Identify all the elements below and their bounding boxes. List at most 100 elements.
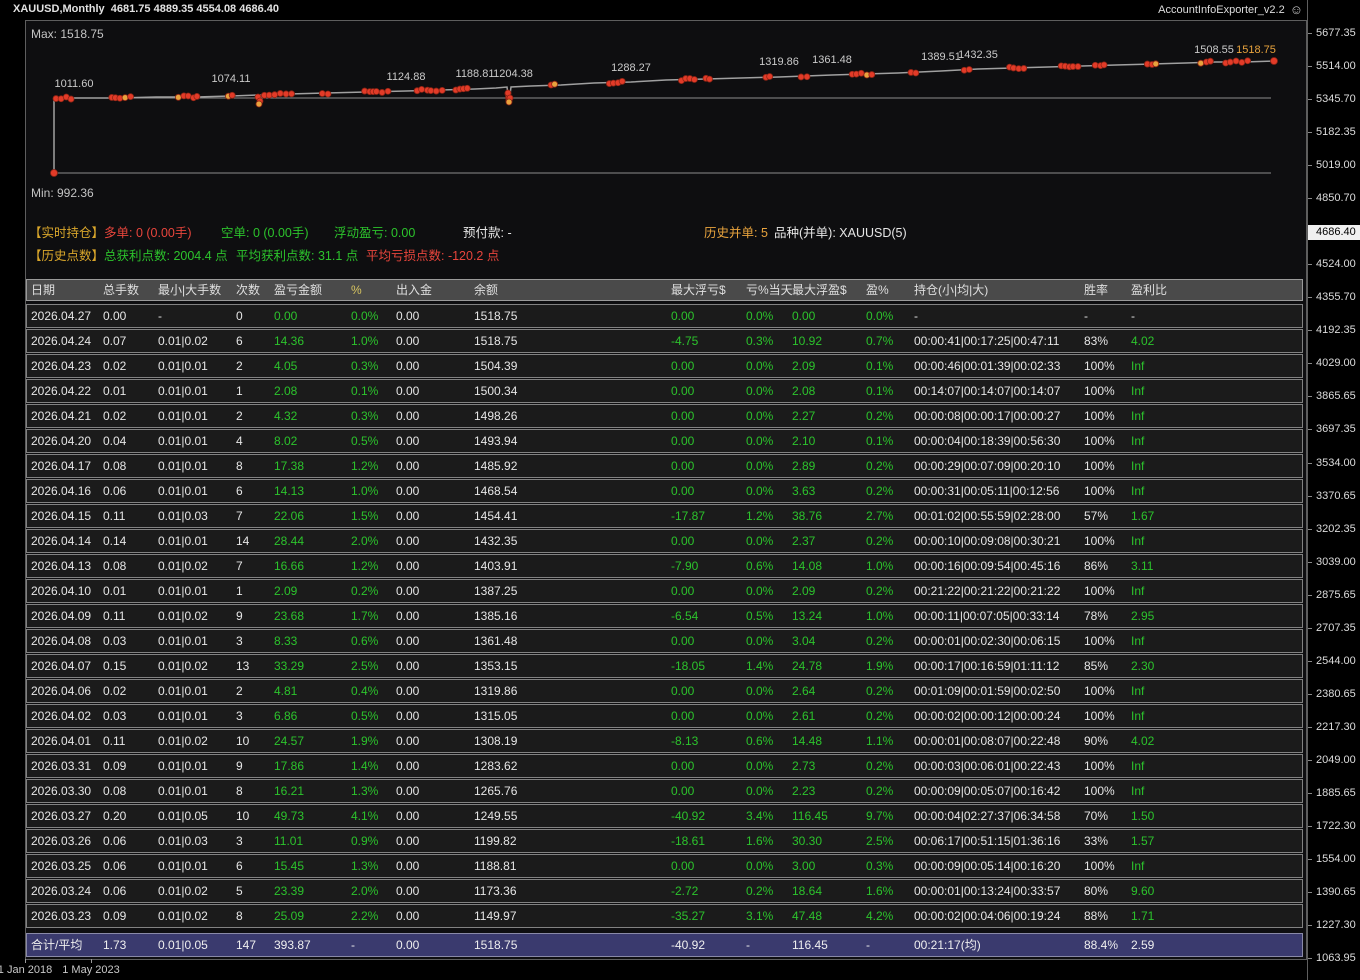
cell-14: 4.02 xyxy=(1131,334,1155,348)
cell-10: 0.00 xyxy=(792,309,816,323)
trade-dot xyxy=(438,86,446,94)
cell-1: 0.03 xyxy=(103,709,127,723)
cell-9: - xyxy=(746,938,750,952)
col-header-1: 总手数 xyxy=(103,283,140,297)
cell-8: 0.00 xyxy=(671,859,695,873)
table-row-2026.03.31: 2026.03.31 0.09 0.01|0.01 9 17.86 1.4% 0.00 128… xyxy=(26,754,1303,778)
cell-6: 0.00 xyxy=(396,484,420,498)
table-row-2026.04.17: 2026.04.17 0.08 0.01|0.01 8 17.38 1.2% 0.00 148… xyxy=(26,454,1303,478)
balance-point-label: 1288.27 xyxy=(611,62,651,74)
cell-10: 2.09 xyxy=(792,584,816,598)
cell-3: 2 xyxy=(236,409,243,423)
cell-2: 0.01|0.03 xyxy=(158,509,208,523)
cell-0: 2026.04.14 xyxy=(31,534,92,548)
current-price-tag: 4686.40 xyxy=(1308,225,1360,241)
cell-7: 1518.75 xyxy=(474,334,518,348)
cell-7: 1361.48 xyxy=(474,634,518,648)
price-value: 5182.35 xyxy=(1316,126,1356,139)
trade-dot xyxy=(1244,57,1252,65)
cell-1: 1.73 xyxy=(103,938,127,952)
cell-13: 100% xyxy=(1084,534,1115,548)
cell-10: 10.92 xyxy=(792,334,823,348)
trade-dot xyxy=(174,93,182,101)
cell-10: 38.76 xyxy=(792,509,823,523)
cell-7: 1319.86 xyxy=(474,684,518,698)
cell-8: 0.00 xyxy=(671,784,695,798)
tick-mark xyxy=(1308,859,1312,860)
cell-2: 0.01|0.01 xyxy=(158,784,208,798)
trade-dot xyxy=(1232,57,1240,65)
price-value: 2875.65 xyxy=(1316,588,1356,601)
cell-4: 33.29 xyxy=(274,659,305,673)
col-header-8: 最大浮亏$ xyxy=(671,283,726,297)
cell-6: 0.00 xyxy=(396,384,420,398)
cell-1: 0.15 xyxy=(103,659,127,673)
time-axis[interactable]: 1 Jan 2018 1 May 2023 xyxy=(0,959,1306,980)
trade-dot xyxy=(384,87,392,95)
cell-9: 1.2% xyxy=(746,509,774,523)
cell-3: 3 xyxy=(236,634,243,648)
cell-11: 4.2% xyxy=(866,909,894,923)
cell-1: 0.00 xyxy=(103,309,127,323)
table-header-row: 日期 总手数 最小|大手数 次数 盈亏金额% 出入金 余额 最大浮亏$ 亏%当天 最大浮盈$ 盈% 持… xyxy=(26,279,1303,301)
balance-point-label: 1432.35 xyxy=(958,49,998,61)
cell-10: 2.10 xyxy=(792,434,816,448)
time-tick xyxy=(25,959,26,963)
cell-7: 1199.82 xyxy=(474,834,517,848)
cell-13: 90% xyxy=(1084,734,1109,748)
cell-8: 0.00 xyxy=(671,459,695,473)
price-value: 3039.00 xyxy=(1316,555,1356,568)
cell-9: 0.0% xyxy=(746,534,774,548)
cell-9: 0.0% xyxy=(746,434,774,448)
cell-9: 0.0% xyxy=(746,459,774,473)
cell-10: 116.45 xyxy=(792,809,828,823)
chart-panel[interactable]: 1011.60 1074.11 1124.88 1188.81 1204.38 1288.… xyxy=(25,20,1307,960)
cell-9: 0.2% xyxy=(746,884,774,898)
cell-5: 1.5% xyxy=(351,509,379,523)
cell-8: 0.00 xyxy=(671,309,695,323)
cell-8: 0.00 xyxy=(671,584,695,598)
tick-mark xyxy=(1308,825,1312,827)
cell-6: 0.00 xyxy=(396,684,420,698)
cell-10: 18.64 xyxy=(792,884,823,898)
cell-13: 100% xyxy=(1084,784,1115,798)
price-scale[interactable]: 5677.35 5514.00 5345.70 5182.35 5019.00 4850.… xyxy=(1307,0,1360,980)
cell-0: 2026.03.23 xyxy=(31,909,92,923)
cell-12: 00:00:01|00:02:30|00:06:15 xyxy=(914,634,1061,648)
cell-12: 00:00:31|00:05:11|00:12:56 xyxy=(914,484,1060,498)
cell-8: -6.54 xyxy=(671,609,699,623)
cell-11: 0.3% xyxy=(866,859,894,873)
table-row-2026.04.01: 2026.04.01 0.11 0.01|0.02 10 24.57 1.9% 0.00 13… xyxy=(26,729,1303,753)
cell-2: 0.01|0.01 xyxy=(158,534,208,548)
cell-11: 1.9% xyxy=(866,659,894,673)
trade-dot xyxy=(1152,60,1160,68)
cell-1: 0.06 xyxy=(103,859,127,873)
cell-0: 2026.04.20 xyxy=(31,434,92,448)
cell-5: 1.4% xyxy=(351,759,379,773)
cell-14: 1.67 xyxy=(1131,509,1155,523)
cell-2: - xyxy=(158,309,162,323)
cell-2: 0.01|0.01 xyxy=(158,384,208,398)
cell-13: 85% xyxy=(1084,659,1109,673)
cell-3: 7 xyxy=(236,559,243,573)
balance-point-label: 1124.88 xyxy=(387,71,426,83)
cell-8: -40.92 xyxy=(671,938,706,952)
cell-9: 0.0% xyxy=(746,634,774,648)
cell-0: 2026.04.06 xyxy=(31,684,92,698)
price-value: 4686.40 xyxy=(1316,226,1356,239)
cell-11: 1.0% xyxy=(866,609,894,623)
price-value: 1885.65 xyxy=(1316,786,1356,799)
cell-5: 0.4% xyxy=(351,684,379,698)
cell-5: 2.5% xyxy=(351,659,379,673)
trade-dot xyxy=(228,91,236,99)
cell-12: - xyxy=(914,309,918,323)
cell-12: 00:00:46|00:01:39|00:02:33 xyxy=(914,359,1061,373)
trade-dot xyxy=(868,71,876,78)
tick-mark xyxy=(1308,396,1312,398)
cell-2: 0.01|0.02 xyxy=(158,609,208,623)
cell-8: -40.92 xyxy=(671,809,706,823)
balance-curve-chart[interactable]: 1011.60 1074.11 1124.88 1188.811204.38 1288.… xyxy=(26,21,1306,217)
cell-10: 2.08 xyxy=(792,384,816,398)
cell-12: 00:00:11|00:07:05|00:33:14 xyxy=(914,609,1060,623)
cell-12: 00:00:04|00:18:39|00:56:30 xyxy=(914,434,1061,448)
